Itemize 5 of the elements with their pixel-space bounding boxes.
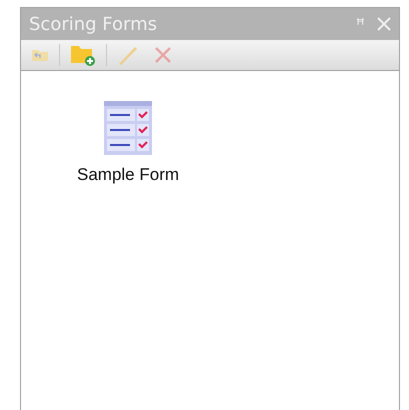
new-folder-icon[interactable] bbox=[70, 44, 96, 66]
close-icon[interactable] bbox=[377, 17, 391, 31]
form-checklist-icon bbox=[104, 101, 152, 155]
form-item[interactable]: Sample Form bbox=[73, 99, 184, 187]
panel-title: Scoring Forms bbox=[29, 14, 158, 34]
